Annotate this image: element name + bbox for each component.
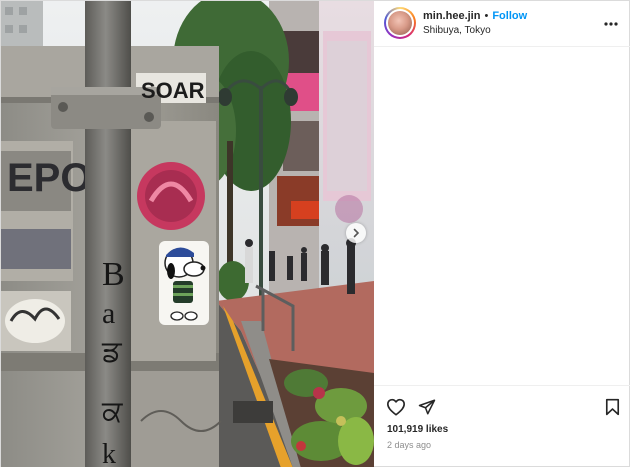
post-actions: 101,919 likes 2 days ago [374,385,630,467]
avatar[interactable] [384,7,416,39]
svg-text:k: k [102,439,116,467]
chevron-right-icon [353,228,360,238]
location-link[interactable]: Shibuya, Tokyo [423,25,491,36]
svg-text:ਡ: ਡ [101,335,123,368]
likes-count[interactable]: 101,919 likes [387,424,448,435]
street-photo: EPO B a ਡ ਕ k SOAR [1,1,374,467]
more-options-icon [604,22,618,26]
bookmark-icon [605,398,619,416]
follow-button[interactable]: Follow [492,10,527,22]
avatar-image [388,11,412,35]
svg-text:ਕ: ਕ [101,395,123,428]
instagram-post: EPO B a ਡ ਕ k SOAR min.hee.jin • Follow … [0,0,630,467]
svg-text:a: a [102,297,115,330]
post-photo[interactable]: EPO B a ਡ ਕ k SOAR [1,1,374,467]
post-timestamp[interactable]: 2 days ago [387,440,431,450]
send-icon [418,399,436,415]
sign-text: SOAR [141,78,205,103]
svg-text:B: B [102,256,125,293]
share-button[interactable] [416,396,438,418]
carousel-next-button[interactable] [346,223,366,243]
username[interactable]: min.hee.jin [423,10,480,22]
separator: • [484,10,489,22]
more-options-button[interactable] [602,15,620,33]
post-header: min.hee.jin • Follow Shibuya, Tokyo [374,1,630,47]
svg-text:EPO: EPO [7,156,91,200]
heart-icon [387,398,405,416]
like-button[interactable] [385,396,407,418]
save-button[interactable] [601,396,623,418]
user-line: min.hee.jin • Follow [423,10,527,22]
avatar-border [386,9,414,37]
